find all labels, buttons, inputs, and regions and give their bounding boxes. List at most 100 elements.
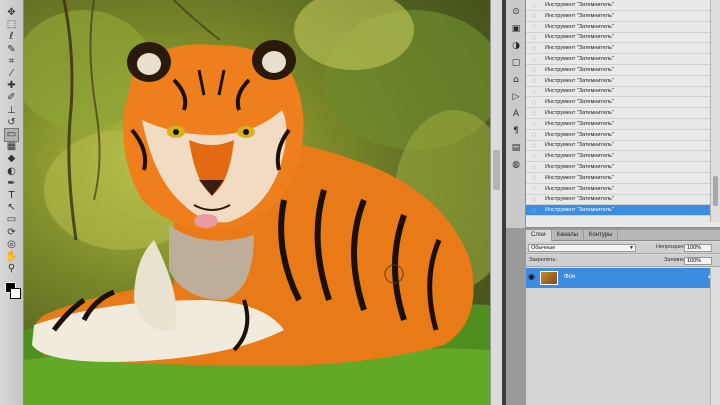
history-item-label: Инструмент "Затемнитель" xyxy=(545,142,614,149)
history-item[interactable]: ◌ Инструмент "Затемнитель" xyxy=(526,11,710,22)
blend-mode-value: Обычные xyxy=(531,245,556,251)
layer-name: Фон xyxy=(564,274,576,280)
history-item[interactable]: ◌ Инструмент "Затемнитель" xyxy=(526,76,710,87)
history-item-label: Инструмент "Затемнитель" xyxy=(545,99,614,106)
layers-panel: Слои Каналы Контуры Обычные ▼ Непрозрачност… xyxy=(526,230,720,405)
fill-field[interactable]: 100% xyxy=(684,257,712,265)
history-state-icon: ◌ xyxy=(531,194,537,204)
history-state-icon: ◌ xyxy=(531,43,537,53)
layer-row[interactable]: ◉ Фон 🔒︎ xyxy=(526,268,720,288)
photoshop-window: ✥ ⬚ ℓ ✎ ⌗ ⁄ ✚ ✐ ⊥ ↺ ▭ ▦ ◆ ◐ ✒ T ↖ ▭ ⟳ ◎ ✋ ⚲ xyxy=(0,0,720,405)
lock-row: Закрепить: Заливка: 100% xyxy=(526,255,720,267)
background-color-swatch[interactable] xyxy=(10,288,21,299)
clone-source-panel-icon[interactable]: ▤ xyxy=(509,142,523,154)
document-canvas[interactable] xyxy=(24,0,490,405)
history-item-label: Инструмент "Затемнитель" xyxy=(545,185,614,192)
history-item-label: Инструмент "Затемнитель" xyxy=(545,110,614,116)
blend-row: Обычные ▼ Непрозрачность: 100% xyxy=(526,242,720,254)
history-panel: ◌ Инструмент "Затемнитель" ◌ Инструмент "За… xyxy=(526,0,720,228)
history-state-icon: ◌ xyxy=(531,205,537,215)
adjustments-panel-icon[interactable]: ◑ xyxy=(509,40,523,52)
history-state-icon: ◌ xyxy=(531,54,537,64)
layers-scrollbar[interactable] xyxy=(710,268,720,405)
history-state-icon: ◌ xyxy=(531,162,537,172)
history-item-label: Инструмент "Затемнитель" xyxy=(545,23,614,30)
history-scrollbar[interactable] xyxy=(710,0,720,222)
history-item-label: Инструмент "Затемнитель" xyxy=(545,88,614,95)
opacity-field[interactable]: 100% xyxy=(684,244,712,252)
history-state-icon: ◌ xyxy=(531,184,537,194)
swatches-panel-icon[interactable]: ▣ xyxy=(509,23,523,35)
history-item-label: Инструмент "Затемнитель" xyxy=(545,45,614,52)
brushes-panel-icon[interactable]: ◍ xyxy=(509,159,523,171)
canvas-scrollbar[interactable] xyxy=(490,0,502,405)
layers-tab[interactable]: Слои xyxy=(526,230,552,241)
history-item-label: Инструмент "Затемнитель" xyxy=(545,164,614,170)
history-state-icon: ◌ xyxy=(531,86,537,96)
history-list: ◌ Инструмент "Затемнитель" ◌ Инструмент "За… xyxy=(526,0,710,222)
history-state-icon: ◌ xyxy=(531,22,537,32)
history-item[interactable]: ◌ Инструмент "Затемнитель" xyxy=(526,194,710,206)
history-item-label: Инструмент "Затемнитель" xyxy=(545,207,614,214)
eye-icon[interactable]: ◉ xyxy=(528,273,536,281)
layer-thumbnail xyxy=(540,271,558,285)
history-item[interactable]: ◌ Инструмент "Затемнитель" xyxy=(526,173,710,184)
history-item[interactable]: ◌ Инструмент "Затемнитель" xyxy=(526,205,710,217)
history-state-icon: ◌ xyxy=(531,97,537,107)
canvas-scroll-thumb[interactable] xyxy=(493,150,500,190)
styles-panel-icon[interactable]: ⌂ xyxy=(509,74,523,86)
layers-empty-area xyxy=(526,288,710,405)
history-state-icon: ◌ xyxy=(531,76,537,86)
history-item-label: Инструмент "Затемнитель" xyxy=(545,34,614,41)
history-item[interactable]: ◌ Инструмент "Затемнитель" xyxy=(526,130,710,141)
history-item[interactable]: ◌ Инструмент "Затемнитель" xyxy=(526,140,710,152)
history-item-label: Инструмент "Затемнитель" xyxy=(545,174,614,181)
lock-label: Закрепить: xyxy=(529,257,557,263)
history-state-icon: ◌ xyxy=(531,130,537,140)
history-item-label: Инструмент "Затемнитель" xyxy=(545,131,614,138)
history-item[interactable]: ◌ Инструмент "Затемнитель" xyxy=(526,22,710,33)
zoom-tool-icon[interactable]: ⚲ xyxy=(4,262,19,276)
history-item-label: Инструмент "Затемнитель" xyxy=(545,196,614,203)
history-item[interactable]: ◌ Инструмент "Затемнитель" xyxy=(526,43,710,55)
history-item-label: Инструмент "Затемнитель" xyxy=(545,56,614,62)
history-item[interactable]: ◌ Инструмент "Затемнитель" xyxy=(526,97,710,109)
history-item[interactable]: ◌ Инструмент "Затемнитель" xyxy=(526,162,710,173)
history-state-icon: ◌ xyxy=(531,0,537,10)
paragraph-panel-icon[interactable]: ¶ xyxy=(509,125,523,137)
panel-icon-strip: ⊙ ▣ ◑ ▢ ⌂ ▷ A ¶ ▤ ◍ xyxy=(506,0,526,228)
history-item-label: Инструмент "Затемнитель" xyxy=(545,12,614,19)
history-item[interactable]: ◌ Инструмент "Затемнитель" xyxy=(526,108,710,119)
history-state-icon: ◌ xyxy=(531,108,537,118)
tiger-photo xyxy=(24,0,490,405)
history-item[interactable]: ◌ Инструмент "Затемнитель" xyxy=(526,32,710,44)
history-scroll-thumb[interactable] xyxy=(713,176,718,206)
chevron-down-icon: ▼ xyxy=(629,245,634,251)
history-item[interactable]: ◌ Инструмент "Затемнитель" xyxy=(526,65,710,76)
history-item-label: Инструмент "Затемнитель" xyxy=(545,77,614,84)
blend-mode-select[interactable]: Обычные ▼ xyxy=(528,244,636,252)
history-state-icon: ◌ xyxy=(531,173,537,183)
layers-tab[interactable]: Контуры xyxy=(584,230,619,241)
history-item[interactable]: ◌ Инструмент "Затемнитель" xyxy=(526,86,710,98)
history-panel-icon[interactable]: ⊙ xyxy=(509,6,523,18)
history-item[interactable]: ◌ Инструмент "Затемнитель" xyxy=(526,184,710,195)
history-state-icon: ◌ xyxy=(531,65,537,75)
character-panel-icon[interactable]: A xyxy=(509,108,523,120)
layer-tabs: Слои Каналы Контуры xyxy=(526,230,720,241)
history-state-icon: ◌ xyxy=(531,140,537,150)
history-item-label: Инструмент "Затемнитель" xyxy=(545,120,614,127)
history-state-icon: ◌ xyxy=(531,119,537,129)
history-state-icon: ◌ xyxy=(531,151,537,161)
history-item[interactable]: ◌ Инструмент "Затемнитель" xyxy=(526,0,710,11)
masks-panel-icon[interactable]: ▢ xyxy=(509,57,523,69)
history-state-icon: ◌ xyxy=(531,32,537,42)
layers-tab[interactable]: Каналы xyxy=(552,230,584,241)
history-item-label: Инструмент "Затемнитель" xyxy=(545,2,614,8)
history-item[interactable]: ◌ Инструмент "Затемнитель" xyxy=(526,119,710,130)
history-item[interactable]: ◌ Инструмент "Затемнитель" xyxy=(526,151,710,163)
history-item[interactable]: ◌ Инструмент "Затемнитель" xyxy=(526,54,710,65)
history-state-icon: ◌ xyxy=(531,11,537,21)
actions-panel-icon[interactable]: ▷ xyxy=(509,91,523,103)
tools-panel: ✥ ⬚ ℓ ✎ ⌗ ⁄ ✚ ✐ ⊥ ↺ ▭ ▦ ◆ ◐ ✒ T ↖ ▭ ⟳ ◎ ✋ ⚲ xyxy=(0,0,24,405)
